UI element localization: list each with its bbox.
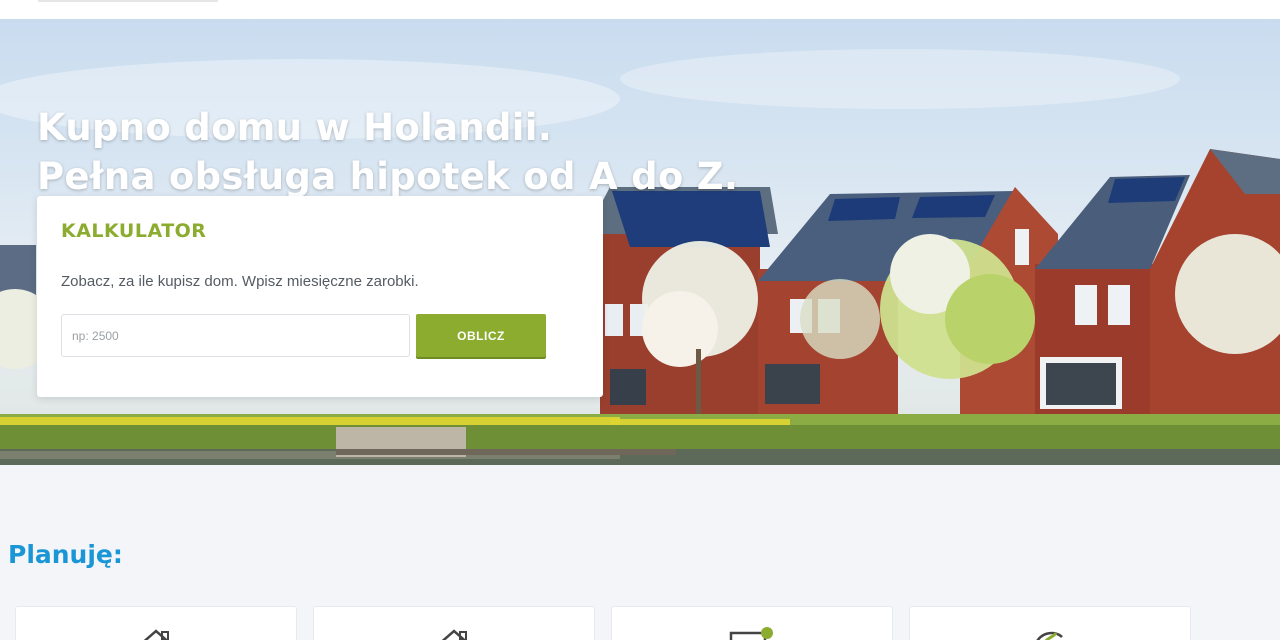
plan-card-4[interactable] (909, 606, 1191, 640)
calculator-title: KALKULATOR (61, 220, 207, 242)
calculator-card: KALKULATOR Zobacz, za ile kupisz dom. Wp… (37, 196, 603, 397)
calculate-button[interactable]: OBLICZ (416, 314, 546, 357)
leaf-icon (1036, 631, 1063, 640)
logo-placeholder[interactable] (38, 0, 218, 2)
plan-card-1[interactable] (15, 606, 297, 640)
monthly-income-input[interactable] (61, 314, 410, 357)
hero-title: Kupno domu w Holandii. Pełna obsługa hip… (37, 103, 738, 201)
calculator-description: Zobacz, za ile kupisz dom. Wpisz miesięc… (61, 273, 419, 290)
top-navbar (0, 0, 1280, 19)
house-icon (143, 629, 169, 640)
plans-section-title: Planuję: (8, 540, 123, 569)
house-icon (441, 629, 467, 640)
hero-title-line-2: Pełna obsługa hipotek od A do Z. (37, 155, 739, 198)
plan-card-3[interactable] (611, 606, 893, 640)
plan-card-2[interactable] (313, 606, 595, 640)
hero-title-line-1: Kupno domu w Holandii. (37, 106, 553, 149)
document-check-icon (729, 627, 773, 640)
